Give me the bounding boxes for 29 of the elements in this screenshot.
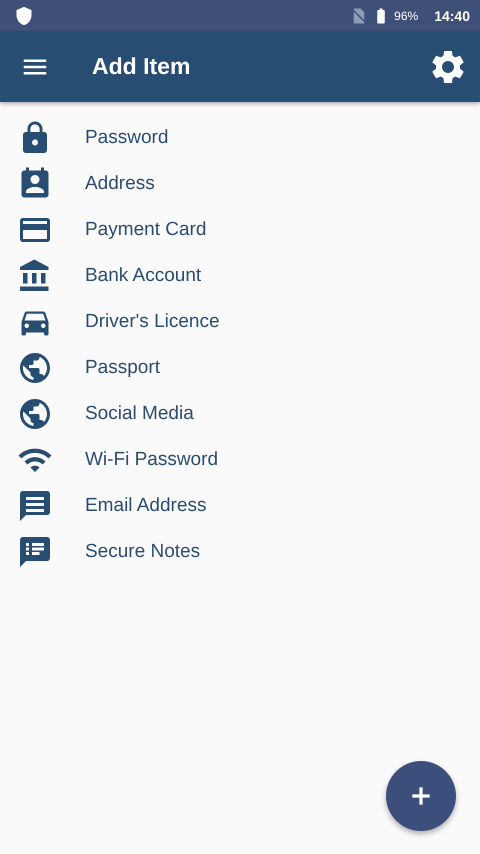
item-type-label: Driver's Licence	[85, 311, 220, 333]
item-type-row[interactable]: Bank Account	[0, 253, 480, 299]
globe-icon	[17, 350, 53, 386]
add-button[interactable]	[386, 761, 456, 831]
item-type-label: Password	[85, 127, 168, 149]
clock-time: 14:40	[434, 8, 470, 24]
notes-icon	[17, 534, 53, 570]
item-type-row[interactable]: Passport	[0, 345, 480, 391]
item-type-row[interactable]: Social Media	[0, 391, 480, 437]
item-type-row[interactable]: Wi-Fi Password	[0, 437, 480, 483]
item-type-row[interactable]: Payment Card	[0, 207, 480, 253]
item-type-label: Wi-Fi Password	[85, 449, 218, 471]
shield-icon	[14, 6, 34, 26]
item-type-label: Passport	[85, 357, 160, 379]
message-icon	[17, 488, 53, 524]
item-type-label: Social Media	[85, 403, 194, 425]
item-type-row[interactable]: Driver's Licence	[0, 299, 480, 345]
globe-icon	[17, 396, 53, 432]
item-type-row[interactable]: Secure Notes	[0, 529, 480, 575]
item-type-label: Email Address	[85, 495, 206, 517]
item-type-label: Bank Account	[85, 265, 202, 287]
battery-percent: 96%	[394, 8, 418, 22]
item-type-row[interactable]: Password	[0, 115, 480, 161]
item-type-row[interactable]: Email Address	[0, 483, 480, 529]
screen-title: Add Item	[92, 53, 192, 80]
item-type-label: Address	[85, 173, 155, 195]
item-type-row[interactable]: Address	[0, 161, 480, 207]
item-type-label: Secure Notes	[85, 541, 200, 563]
item-type-label: Payment Card	[85, 219, 206, 241]
